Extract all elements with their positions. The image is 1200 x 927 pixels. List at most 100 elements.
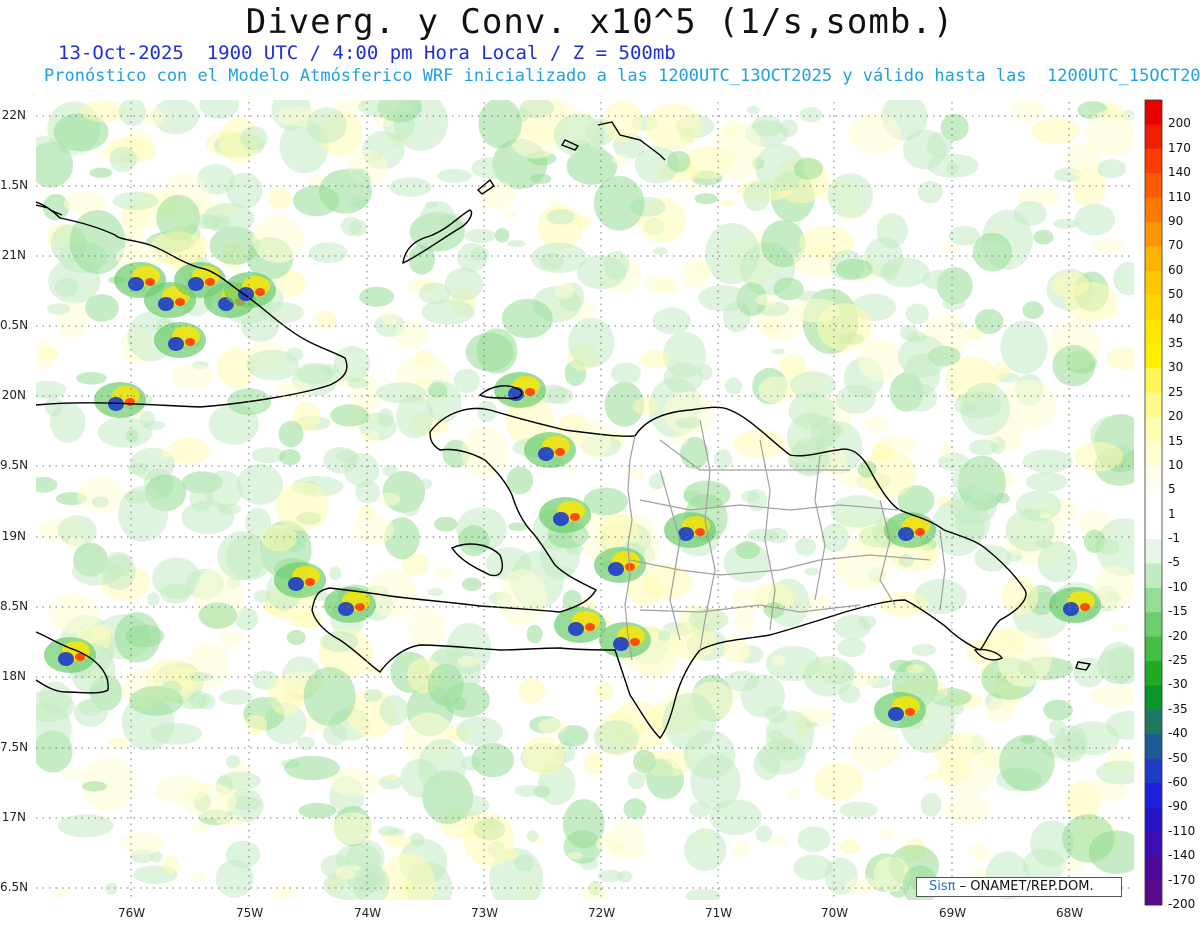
- field-contour-blob: [432, 567, 455, 579]
- colorbar-label: -40: [1168, 726, 1188, 741]
- lat-tick-label: 8.5N: [0, 599, 29, 613]
- field-contour-blob: [54, 887, 68, 899]
- field-contour-blob: [1105, 104, 1124, 121]
- field-contour-blob: [112, 191, 159, 211]
- field-contour-blob: [610, 362, 641, 385]
- field-contour-blob: [430, 379, 445, 396]
- field-contour-blob: [839, 801, 878, 819]
- field-contour-blob: [804, 567, 820, 576]
- field-contour-blob: [275, 482, 329, 531]
- field-contour-blob: [658, 630, 671, 642]
- colorbar-swatch: [1145, 343, 1162, 369]
- field-contour-blob: [834, 614, 871, 640]
- field-contour-blob: [1096, 760, 1134, 785]
- colorbar-label: -25: [1168, 653, 1188, 668]
- field-contour-blob: [58, 652, 74, 666]
- field-contour-blob: [379, 695, 409, 726]
- field-contour-blob: [519, 100, 554, 119]
- field-contour-blob: [478, 100, 522, 149]
- field-contour-blob: [741, 490, 760, 502]
- field-contour-blob: [997, 630, 1052, 687]
- colorbar-label: 15: [1168, 433, 1184, 448]
- field-contour-blob: [570, 513, 580, 521]
- colorbar-label: 40: [1168, 311, 1184, 326]
- colorbar-label: 30: [1168, 360, 1184, 375]
- field-contour-blob: [240, 310, 280, 342]
- field-contour-blob: [418, 282, 451, 305]
- field-contour-blob: [226, 172, 263, 209]
- field-contour-blob: [522, 735, 565, 776]
- field-contour-blob: [555, 448, 565, 456]
- field-contour-blob: [999, 734, 1055, 792]
- field-contour-blob: [965, 328, 983, 340]
- lat-tick-label: 19N: [1, 529, 26, 543]
- colorbar-swatch: [1145, 856, 1162, 882]
- colorbar-label: -50: [1168, 750, 1188, 765]
- field-contour-blob: [389, 177, 432, 197]
- field-contour-blob: [458, 525, 490, 557]
- field-contour-blob: [1105, 347, 1134, 370]
- field-contour-blob: [144, 106, 164, 127]
- colorbar-label: -60: [1168, 775, 1188, 790]
- lat-tick-label: 17N: [1, 810, 26, 824]
- colorbar-label: 90: [1168, 213, 1184, 228]
- field-contour-blob: [995, 493, 1010, 504]
- field-contour-blob: [379, 833, 412, 847]
- field-contour-blob: [630, 724, 647, 734]
- field-contour-blob: [642, 758, 674, 787]
- field-contour-blob: [215, 859, 254, 898]
- field-contour-blob: [835, 258, 873, 280]
- field-contour-blob: [1099, 641, 1134, 685]
- field-contour-blob: [672, 433, 689, 446]
- field-contour-blob: [683, 730, 736, 779]
- field-contour-blob: [645, 103, 701, 150]
- field-contour-blob: [77, 544, 104, 565]
- colorbar-swatch: [1145, 539, 1162, 564]
- field-contour-blob: [225, 754, 240, 769]
- field-contour-blob: [735, 611, 754, 633]
- field-contour-blob: [593, 720, 640, 755]
- field-contour-blob: [175, 298, 185, 306]
- field-contour-blob: [763, 601, 785, 619]
- field-contour-blob: [171, 364, 214, 389]
- field-contour-blob: [246, 349, 299, 381]
- lat-tick-label: 1.5N: [0, 178, 29, 192]
- field-contour-blob: [795, 537, 817, 556]
- field-contour-blob: [518, 677, 546, 704]
- field-contour-blob: [608, 562, 624, 576]
- field-contour-blob: [44, 396, 64, 417]
- credit-text: – ONAMET/REP.DOM.: [959, 879, 1094, 894]
- field-contour-blob: [308, 242, 348, 264]
- field-contour-blob: [128, 277, 144, 291]
- field-contour-blob: [433, 516, 458, 532]
- field-contour-blob: [539, 252, 564, 271]
- lon-tick-label: 72W: [588, 906, 616, 920]
- field-contour-blob: [1022, 449, 1073, 473]
- field-contour-blob: [359, 286, 395, 307]
- field-contour-blob: [1113, 262, 1134, 296]
- field-contour-blob: [1110, 622, 1130, 633]
- field-contour-blob: [161, 855, 179, 875]
- field-contour-blob: [125, 398, 135, 406]
- field-contour-blob: [69, 210, 126, 275]
- field-contour-blob: [771, 348, 786, 355]
- field-contour-blob: [215, 814, 245, 827]
- field-contour-blob: [123, 226, 145, 248]
- field-contour-blob: [905, 303, 930, 325]
- field-contour-blob: [118, 100, 147, 127]
- field-contour-blob: [603, 250, 630, 280]
- field-contour-blob: [470, 246, 489, 261]
- field-contour-blob: [924, 773, 941, 780]
- field-contour-blob: [352, 514, 395, 545]
- field-contour-blob: [837, 637, 866, 658]
- colorbar-label: 140: [1168, 165, 1191, 180]
- field-contour-blob: [770, 655, 787, 666]
- field-contour-blob: [1098, 538, 1120, 556]
- field-contour-blob: [427, 663, 464, 707]
- field-contour-blob: [698, 285, 749, 312]
- field-contour-blob: [1022, 301, 1044, 319]
- field-contour-blob: [1025, 472, 1068, 492]
- colorbar-swatch: [1145, 758, 1162, 784]
- field-contour-blob: [353, 863, 390, 900]
- field-contour-blob: [530, 173, 552, 184]
